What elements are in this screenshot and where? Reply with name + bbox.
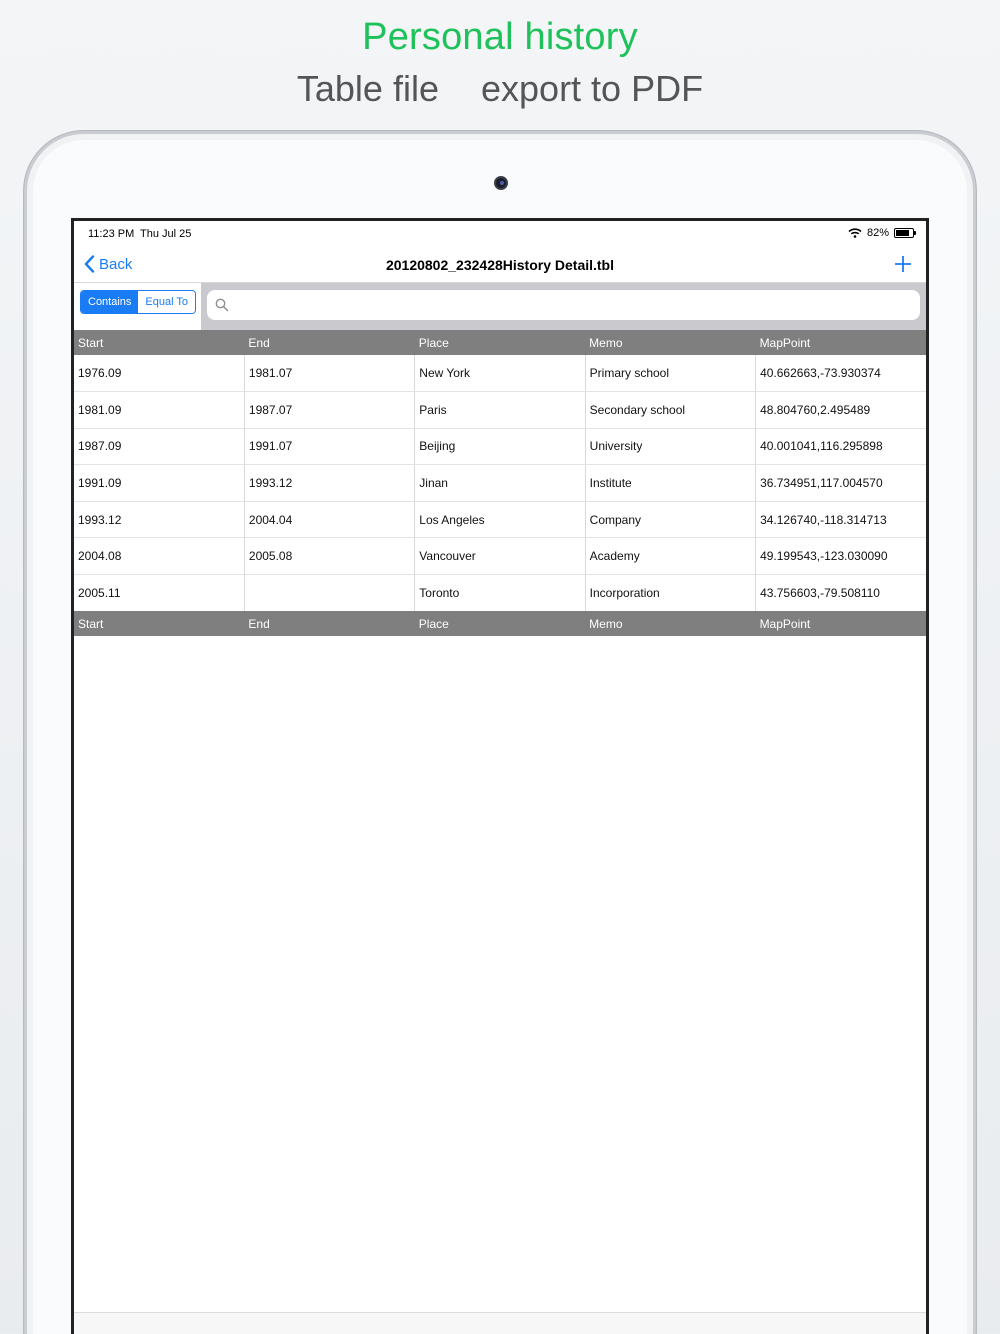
status-time: 11:23 PM (88, 228, 135, 240)
table-body: 1976.09 1981.07 New York Primary school 40.6… (74, 355, 926, 612)
add-button[interactable] (894, 251, 912, 277)
table-cell-start[interactable]: 2005.11 (74, 575, 244, 612)
navigation-bar: Back 20120802_232428History Detail.tbl (74, 247, 926, 283)
table-cell-memo[interactable]: Academy (584, 537, 756, 576)
column-header-mappoint[interactable]: MapPoint (755, 611, 926, 637)
filter-panel: Contains Equal To (74, 283, 201, 330)
table-cell-mappoint[interactable]: 49.199543,-123.030090 (755, 537, 926, 576)
segment-equal-to[interactable]: Equal To (138, 291, 196, 313)
table-row[interactable]: 1981.09 1987.07 Paris Secondary school 48.80… (74, 391, 926, 429)
search-field[interactable] (207, 290, 920, 320)
device-screen: 11:23 PM Thu Jul 25 82% Back 20120802_23… (71, 218, 929, 1334)
status-indicators: 82% (848, 227, 916, 239)
app-window: 11:23 PM Thu Jul 25 82% Back 20120802_23… (74, 221, 926, 1334)
table-cell-end[interactable]: 1993.12 (243, 464, 415, 502)
page-title: 20120802_232428History Detail.tbl (385, 257, 615, 273)
column-header-end[interactable]: End (244, 330, 415, 355)
table-cell-end[interactable]: 1991.07 (243, 428, 415, 466)
table-cell-place[interactable]: New York (414, 355, 586, 393)
battery-icon (894, 228, 916, 238)
table-cell-place[interactable]: Los Angeles (414, 501, 586, 539)
table-cell-mappoint[interactable]: 48.804760,2.495489 (755, 391, 926, 429)
promo-subline: Table file export to PDF (0, 68, 1000, 110)
table-cell-end[interactable] (243, 574, 415, 612)
table-cell-end[interactable]: 1981.07 (243, 355, 415, 393)
search-bar: Contains Equal To (74, 283, 926, 330)
column-header-mappoint[interactable]: MapPoint (755, 330, 926, 355)
table-cell-place[interactable]: Vancouver (414, 537, 586, 576)
table-cell-mappoint[interactable]: 40.001041,116.295898 (755, 428, 926, 466)
table-row[interactable]: 2004.08 2005.08 Vancouver Academy 49.199543,… (74, 537, 926, 576)
bottom-toolbar (74, 1312, 926, 1334)
table-cell-memo[interactable]: University (584, 428, 756, 466)
table-cell-start[interactable]: 2004.08 (74, 537, 245, 576)
table-cell-place[interactable]: Jinan (414, 464, 586, 502)
table-cell-end[interactable]: 2004.04 (243, 501, 415, 539)
status-bar: 11:23 PM Thu Jul 25 82% (74, 221, 926, 247)
table-cell-memo[interactable]: Primary school (584, 355, 756, 393)
table-cell-start[interactable]: 1976.09 (74, 355, 245, 393)
table-cell-start[interactable]: 1993.12 (74, 501, 245, 539)
column-header-start[interactable]: Start (74, 611, 245, 637)
plus-icon (895, 256, 911, 272)
table-cell-place[interactable]: Toronto (414, 574, 586, 612)
search-input[interactable] (207, 290, 920, 320)
table-header: Start End Place Memo MapPoint (74, 330, 926, 355)
history-table: Start End Place Memo MapPoint 1976.09 1981.07… (74, 330, 926, 637)
segment-contains[interactable]: Contains (81, 291, 139, 313)
table-cell-mappoint[interactable]: 36.734951,117.004570 (755, 464, 926, 502)
table-cell-mappoint[interactable]: 34.126740,-118.314713 (755, 501, 926, 539)
table-cell-memo[interactable]: Incorporation (584, 574, 756, 612)
table-cell-memo[interactable]: Secondary school (584, 391, 756, 429)
table-cell-start[interactable]: 1981.09 (74, 391, 245, 429)
table-row[interactable]: 1976.09 1981.07 New York Primary school 40.6… (74, 355, 926, 393)
table-row[interactable]: 1987.09 1991.07 Beijing University 40.001041… (74, 428, 926, 466)
table-row[interactable]: 1991.09 1993.12 Jinan Institute 36.734951,11… (74, 464, 926, 502)
table-footer: Start End Place Memo MapPoint (74, 611, 926, 637)
table-cell-end[interactable]: 2005.08 (243, 537, 415, 576)
table-cell-mappoint[interactable]: 40.662663,-73.930374 (755, 355, 926, 393)
promo-headline: Personal history (362, 16, 638, 58)
match-mode-control: Contains Equal To (80, 290, 197, 314)
column-header-memo[interactable]: Memo (585, 611, 756, 637)
column-header-end[interactable]: End (244, 611, 415, 637)
promo-sub-right: export to PDF (481, 68, 704, 109)
wifi-icon (848, 228, 862, 238)
camera-icon (494, 176, 508, 190)
column-header-place[interactable]: Place (414, 330, 586, 355)
search-icon (215, 298, 229, 312)
column-header-memo[interactable]: Memo (585, 330, 756, 355)
table-cell-place[interactable]: Paris (414, 391, 586, 429)
table-cell-memo[interactable]: Institute (584, 464, 756, 502)
table-cell-start[interactable]: 1987.09 (74, 428, 245, 466)
column-header-start[interactable]: Start (74, 330, 245, 355)
table-cell-end[interactable]: 1987.07 (243, 391, 415, 429)
battery-percent: 82% (866, 227, 889, 239)
promo-sub-left: Table file (296, 68, 439, 109)
table-row[interactable]: 2005.11 Toronto Incorporation 43.756603,-79… (74, 574, 926, 612)
table-cell-memo[interactable]: Company (584, 501, 756, 539)
column-header-place[interactable]: Place (414, 611, 586, 637)
table-cell-start[interactable]: 1991.09 (74, 464, 245, 502)
table-cell-mappoint[interactable]: 43.756603,-79.508110 (755, 574, 926, 612)
table-row[interactable]: 1993.12 2004.04 Los Angeles Company 34.12674… (74, 501, 926, 539)
status-date: Thu Jul 25 (140, 228, 192, 240)
table-cell-place[interactable]: Beijing (414, 428, 586, 466)
